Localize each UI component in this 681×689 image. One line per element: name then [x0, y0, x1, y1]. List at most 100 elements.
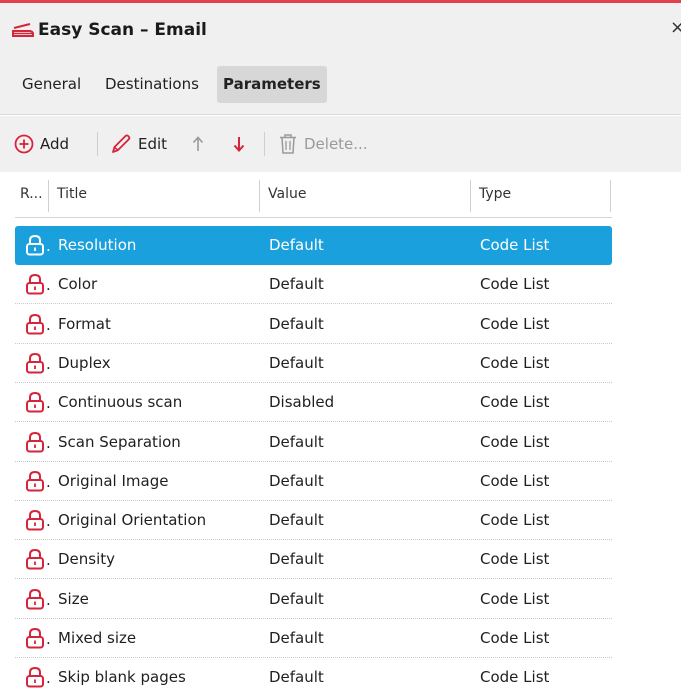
- tab-general[interactable]: General: [16, 66, 87, 103]
- parameter-type: Code List: [480, 471, 550, 490]
- column-resize-handle[interactable]: [470, 180, 471, 212]
- row-marker: .: [46, 630, 51, 648]
- column-header-type[interactable]: Type: [479, 186, 511, 202]
- parameter-value: Default: [269, 629, 324, 647]
- tab-bar: General Destinations Parameters: [0, 57, 681, 115]
- row-marker: .: [46, 433, 51, 452]
- parameter-row[interactable]: . Format Default Code List: [15, 305, 612, 344]
- parameter-row[interactable]: . Duplex Default Code List: [15, 344, 612, 383]
- parameter-row[interactable]: . Skip blank pages Default Code List: [15, 658, 612, 689]
- lock-icon: [26, 549, 44, 570]
- title-bar: Easy Scan – Email ×: [0, 3, 681, 57]
- toolbar: Add Edit Delete...: [0, 116, 681, 172]
- parameter-title: Original Orientation: [58, 511, 207, 530]
- parameter-row[interactable]: . Original Image Default Code List: [15, 462, 612, 501]
- parameter-row[interactable]: . Continuous scan Disabled Code List: [15, 383, 612, 423]
- column-resize-handle[interactable]: [610, 180, 611, 212]
- parameter-type: Code List: [480, 236, 550, 254]
- parameter-row[interactable]: . Mixed size Default Code List: [15, 619, 612, 658]
- parameter-row[interactable]: . Size Default Code List: [15, 580, 612, 619]
- lock-icon: [26, 352, 44, 374]
- add-circle-icon: [14, 134, 34, 154]
- parameter-type: Code List: [480, 629, 550, 647]
- scanner-icon: [12, 23, 34, 37]
- column-header-title[interactable]: Title: [57, 186, 87, 202]
- add-button[interactable]: Add: [14, 132, 69, 156]
- lock-icon: [26, 313, 44, 335]
- parameter-value: Disabled: [269, 393, 335, 412]
- parameter-type: Code List: [480, 589, 550, 608]
- row-marker: .: [46, 354, 51, 373]
- parameter-value: Default: [269, 236, 324, 254]
- lock-icon: [26, 627, 44, 649]
- parameter-title: Scan Separation: [58, 432, 181, 451]
- parameter-type: Code List: [480, 353, 550, 372]
- move-down-button[interactable]: [232, 132, 246, 156]
- lock-icon: [26, 588, 44, 610]
- add-label: Add: [40, 135, 70, 153]
- toolbar-divider: [264, 132, 265, 156]
- close-icon[interactable]: ×: [670, 17, 681, 38]
- row-marker: .: [46, 237, 51, 255]
- pencil-icon: [112, 134, 131, 153]
- parameter-value: Default: [269, 275, 324, 294]
- parameter-title: Color: [58, 275, 98, 294]
- lock-icon: [26, 510, 44, 531]
- parameter-type: Code List: [480, 668, 550, 687]
- lock-icon: [26, 667, 44, 688]
- parameter-row[interactable]: . Original Orientation Default Code List: [15, 501, 612, 541]
- tab-parameters[interactable]: Parameters: [217, 66, 327, 103]
- toolbar-divider: [97, 132, 98, 156]
- parameter-value: Default: [269, 511, 324, 530]
- parameter-title: Format: [58, 314, 111, 333]
- lock-icon: [26, 234, 44, 256]
- parameter-row[interactable]: . Scan Separation Default Code List: [15, 423, 612, 462]
- column-header-value[interactable]: Value: [268, 186, 306, 202]
- arrow-up-icon: [192, 136, 204, 151]
- parameter-value: Default: [269, 589, 324, 608]
- row-marker: .: [46, 669, 51, 688]
- parameter-type: Code List: [480, 275, 550, 294]
- parameter-row[interactable]: . Color Default Code List: [15, 265, 612, 305]
- lock-icon: [26, 431, 44, 452]
- parameter-value: Default: [269, 353, 324, 372]
- parameter-title: Skip blank pages: [58, 668, 186, 687]
- parameter-value: Default: [269, 432, 324, 451]
- parameter-type: Code List: [480, 550, 550, 569]
- parameter-value: Default: [269, 668, 324, 687]
- edit-button[interactable]: Edit: [110, 132, 167, 156]
- parameter-value: Default: [269, 314, 324, 333]
- grid-header: R... Title Value Type: [0, 172, 681, 218]
- delete-button[interactable]: Delete...: [278, 132, 368, 156]
- lock-icon: [26, 470, 44, 492]
- parameter-type: Code List: [480, 432, 550, 451]
- parameter-title: Size: [58, 589, 89, 608]
- row-marker: .: [46, 551, 51, 570]
- window-title: Easy Scan – Email: [38, 20, 207, 40]
- parameter-value: Default: [269, 471, 324, 490]
- parameter-title: Duplex: [58, 353, 111, 372]
- trash-icon: [280, 134, 296, 154]
- row-marker: .: [46, 276, 51, 295]
- column-resize-handle[interactable]: [48, 180, 49, 212]
- parameter-title: Original Image: [58, 471, 169, 490]
- parameter-type: Code List: [480, 393, 550, 412]
- parameter-type: Code List: [480, 314, 550, 333]
- tab-destinations[interactable]: Destinations: [99, 66, 205, 103]
- arrow-down-icon: [233, 137, 245, 152]
- column-resize-handle[interactable]: [259, 180, 260, 212]
- lock-icon: [26, 274, 44, 295]
- parameter-row[interactable]: . Density Default Code List: [15, 540, 612, 580]
- parameter-row[interactable]: . Resolution Default Code List: [15, 226, 612, 265]
- row-marker: .: [46, 590, 51, 609]
- column-header-required[interactable]: R...: [20, 186, 43, 202]
- header-divider: [15, 217, 612, 218]
- row-marker: .: [46, 512, 51, 531]
- parameter-title: Resolution: [58, 236, 137, 254]
- move-up-button[interactable]: [191, 132, 205, 156]
- lock-icon: [26, 392, 44, 413]
- row-marker: .: [46, 315, 51, 334]
- edit-label: Edit: [138, 135, 168, 153]
- row-marker: .: [46, 394, 51, 413]
- delete-label: Delete...: [304, 135, 368, 153]
